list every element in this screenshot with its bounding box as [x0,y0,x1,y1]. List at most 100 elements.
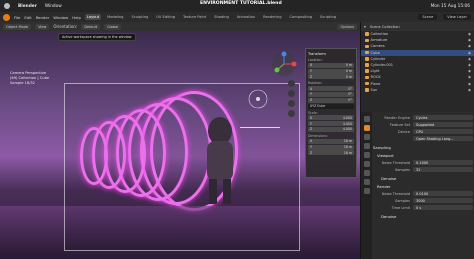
dimensions-z-field[interactable]: Z 18 m [308,150,354,156]
sun-direction-line [240,127,280,128]
eye-icon[interactable]: ◉ [468,69,471,73]
denoise-subsection[interactable]: Denoise [373,176,473,181]
scene-selector[interactable]: Scene [418,14,438,20]
sun-icon [365,88,369,92]
menu-window[interactable]: Window [45,4,62,9]
scene-tab-icon[interactable] [363,152,370,158]
mesh-icon [365,75,369,80]
render-subsection[interactable]: Render [373,184,473,189]
object-tab-icon[interactable] [363,170,370,176]
viewport-header: Object Mode View Orientation: Default Gl… [0,22,360,31]
rotation-y-field[interactable]: Y 0° [308,91,354,97]
eye-icon[interactable]: ◉ [468,51,471,55]
object-mode-dropdown[interactable]: Object Mode [3,23,32,30]
perspective-grid-icon[interactable] [288,110,295,117]
mesh-icon [365,63,369,67]
view-menu[interactable]: View [35,23,50,30]
tab-uv-editing[interactable]: UV Editing [154,14,177,20]
sampling-section[interactable]: Sampling [373,145,473,150]
dimensions-y-field[interactable]: Y 18 m [308,144,354,150]
menu-edit[interactable]: Edit [24,15,31,20]
scale-label: Scale: [308,110,318,115]
eye-icon[interactable]: ◉ [468,57,471,61]
device-row: Device CPU [373,128,473,135]
samples-row: Samples 32 [373,166,473,173]
eye-icon[interactable]: ◉ [468,82,471,86]
time-limit-field[interactable]: 0 s [413,205,473,210]
zoom-icon[interactable] [288,80,295,87]
rotation-x-field[interactable]: X 0° [308,86,354,92]
material-tab-icon[interactable] [363,188,370,194]
world-tab-icon[interactable] [363,161,370,167]
outliner-filter-icon[interactable]: ▾ [364,25,366,29]
eye-icon[interactable]: ◉ [468,75,471,79]
viewport-subsection[interactable]: Viewport [373,153,473,158]
render-tab-icon[interactable] [363,125,370,131]
tab-modeling[interactable]: Modeling [105,14,125,20]
light-gizmo-icon[interactable] [245,86,271,112]
time-limit-row: Time Limit 0 s [373,204,473,211]
feature-set-dropdown[interactable]: Supported [413,122,473,127]
samples-field[interactable]: 32 [413,167,473,172]
tab-compositing[interactable]: Compositing [288,14,315,20]
collection-icon [365,32,369,36]
output-tab-icon[interactable] [363,134,370,140]
menu-render[interactable]: Render [36,15,50,20]
tab-layout[interactable]: Layout [84,14,102,20]
location-y-field[interactable]: Y0 m [308,68,354,74]
view-layer-tab-icon[interactable] [363,143,370,149]
tab-rendering[interactable]: Rendering [261,14,283,20]
rotation-mode-dropdown[interactable]: XYZ Euler [308,103,354,109]
menu-help[interactable]: Help [72,15,81,20]
osl-checkbox[interactable]: Open Shading Lang... [413,136,473,141]
scale-z-field[interactable]: Z 4.000 [308,126,354,132]
transform-global-dropdown[interactable]: Global [104,23,122,30]
rotation-z-field[interactable]: Z 0° [308,97,354,103]
eye-icon[interactable]: ◉ [468,38,471,42]
dimensions-x-field[interactable]: X 18 m [308,138,354,144]
apple-icon[interactable] [4,3,10,9]
eye-icon[interactable]: ◉ [468,44,471,48]
pan-hand-icon[interactable] [288,90,295,97]
eye-icon[interactable]: ◉ [468,88,471,92]
render-samples-field[interactable]: 3000 [413,198,473,203]
eye-icon[interactable]: ◉ [468,63,471,67]
menu-window[interactable]: Window [53,15,68,20]
outliner-row[interactable]: Sun ◉ [361,87,474,93]
tab-scripting[interactable]: Scripting [318,14,338,20]
tab-animation[interactable]: Animation [235,14,257,20]
render-properties: Render Engine Cycles Feature Set Supported… [373,114,473,220]
scene-selectors: Scene View Layer [418,14,471,20]
viewport-info: Camera Perspective (69) Collection | Cub… [10,71,49,86]
camera-view-icon[interactable] [288,100,295,107]
eye-icon[interactable]: ◉ [468,32,471,36]
dimensions-label: Dimensions: [308,133,328,138]
navigation-gizmo[interactable] [270,50,298,78]
tab-shading[interactable]: Shading [212,14,231,20]
location-z-field[interactable]: Z0 m [308,74,354,80]
menu-file[interactable]: File [14,15,20,20]
app-menu-blender[interactable]: Blender [18,4,37,9]
scale-x-field[interactable]: X 4.000 [308,115,354,121]
mesh-icon [365,81,369,86]
tool-tab-icon[interactable] [363,116,370,122]
view-layer-selector[interactable]: View Layer [443,14,471,20]
feature-set-row: Feature Set Supported [373,121,473,128]
tab-sculpting[interactable]: Sculpting [129,14,150,20]
render-noise-threshold-field[interactable]: 0.0100 [413,191,473,196]
render-engine-dropdown[interactable]: Cycles [413,115,473,120]
device-dropdown[interactable]: CPU [413,129,473,134]
rotation-label: Rotation: [308,81,323,86]
options-dropdown[interactable]: Options [337,23,357,30]
noise-threshold-field[interactable]: 0.1000 [413,160,473,165]
blender-logo-icon[interactable] [3,13,10,21]
orientation-dropdown[interactable]: Default [81,23,101,30]
scale-y-field[interactable]: Y 4.000 [308,121,354,127]
viewport-nav-buttons [288,80,295,117]
osl-row: Open Shading Lang... [373,135,473,142]
orientation-label: Orientation: [53,24,78,29]
location-x-field[interactable]: X0 m [308,62,354,68]
tab-texture-paint[interactable]: Texture Paint [181,14,208,20]
modifier-tab-icon[interactable] [363,179,370,185]
render-denoise-subsection[interactable]: Denoise [373,214,473,219]
